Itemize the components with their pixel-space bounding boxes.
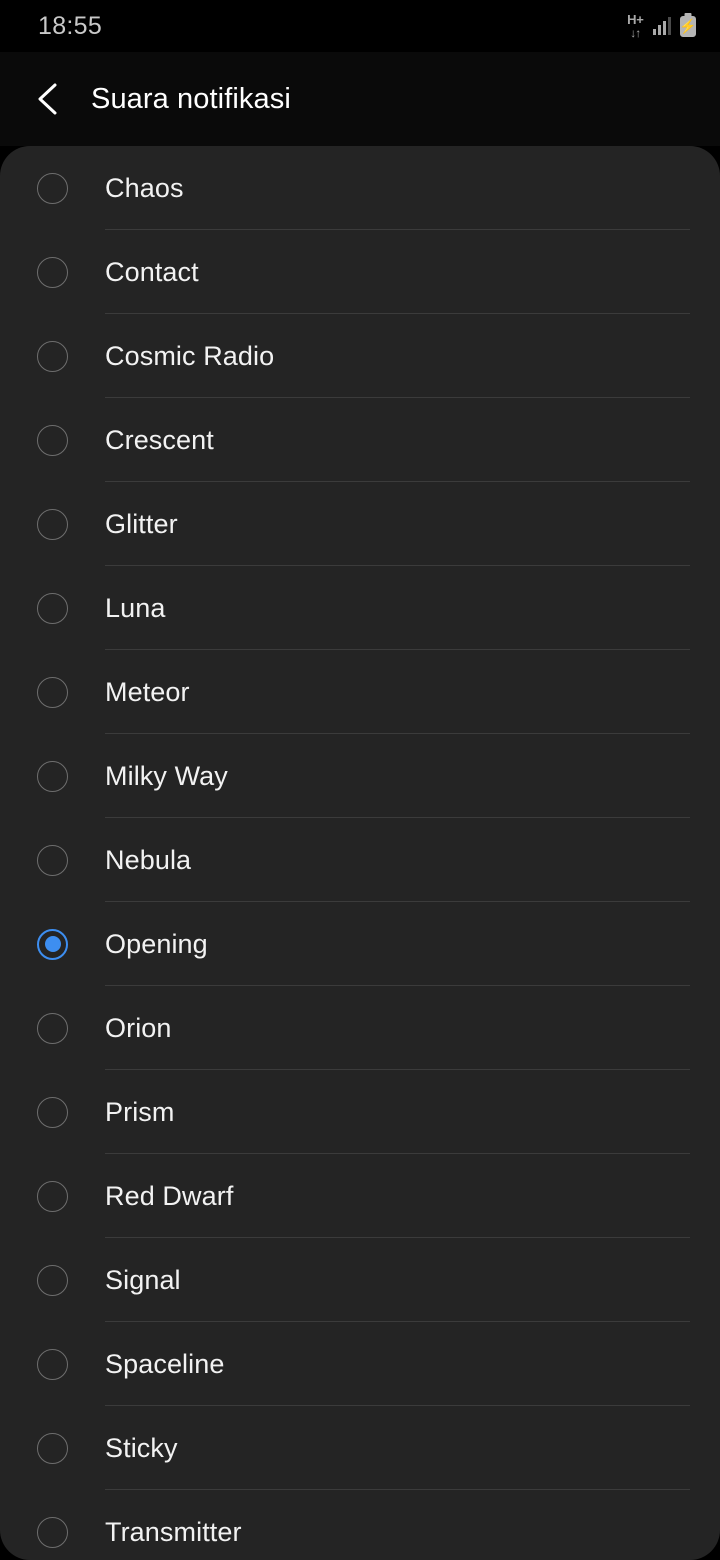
sound-option-row[interactable]: Nebula — [0, 818, 720, 902]
data-transfer-arrows-icon: ↓↑ — [630, 26, 641, 40]
sound-option-row[interactable]: Luna — [0, 566, 720, 650]
sound-option-row[interactable]: Sticky — [0, 1406, 720, 1490]
sound-option-row[interactable]: Red Dwarf — [0, 1154, 720, 1238]
radio-unselected-icon[interactable] — [37, 1432, 68, 1464]
sound-option-label: Prism — [105, 1096, 175, 1127]
radio-button-wrapper[interactable] — [0, 1348, 105, 1380]
radio-button-wrapper[interactable] — [0, 340, 105, 372]
notification-sound-list: Chaos Contact Cosmic Radio Crescent Glitter L… — [0, 146, 720, 1560]
radio-unselected-icon[interactable] — [37, 172, 68, 204]
sound-option-row[interactable]: Prism — [0, 1070, 720, 1154]
sound-option-label: Nebula — [105, 844, 192, 875]
radio-unselected-icon[interactable] — [37, 1348, 68, 1380]
radio-button-wrapper[interactable] — [0, 844, 105, 876]
app-bar: Suara notifikasi — [0, 52, 720, 146]
radio-unselected-icon[interactable] — [37, 592, 68, 624]
radio-button-wrapper[interactable] — [0, 928, 105, 960]
battery-charging-icon: ⚡ — [679, 15, 697, 37]
sound-option-label: Chaos — [105, 172, 184, 203]
sound-option-label: Luna — [105, 592, 166, 623]
sound-option-label: Crescent — [105, 424, 214, 455]
sound-option-row[interactable]: Orion — [0, 986, 720, 1070]
sound-option-label: Glitter — [105, 508, 178, 539]
radio-button-wrapper[interactable] — [0, 592, 105, 624]
mobile-data-hplus-icon: H+ ↓↑ — [627, 12, 644, 40]
sound-option-row[interactable]: Signal — [0, 1238, 720, 1322]
sound-option-row[interactable]: Milky Way — [0, 734, 720, 818]
radio-unselected-icon[interactable] — [37, 1516, 68, 1548]
back-button[interactable] — [17, 68, 79, 130]
phone-screen: 18:55 H+ ↓↑ ⚡ Suara notifikasi Chaos Cont… — [0, 0, 720, 1560]
radio-button-wrapper[interactable] — [0, 1180, 105, 1212]
sound-option-row[interactable]: Meteor — [0, 650, 720, 734]
sound-option-row[interactable]: Transmitter — [0, 1490, 720, 1560]
radio-button-wrapper[interactable] — [0, 1516, 105, 1548]
sound-option-label: Opening — [105, 928, 208, 959]
radio-button-wrapper[interactable] — [0, 1264, 105, 1296]
radio-unselected-icon[interactable] — [37, 1096, 68, 1128]
sound-option-label: Sticky — [105, 1432, 178, 1463]
signal-bars-icon — [652, 17, 671, 35]
radio-selected-icon[interactable] — [37, 928, 68, 960]
radio-button-wrapper[interactable] — [0, 508, 105, 540]
radio-button-wrapper[interactable] — [0, 760, 105, 792]
sound-option-row[interactable]: Cosmic Radio — [0, 314, 720, 398]
network-type-label: H+ — [627, 12, 644, 27]
radio-unselected-icon[interactable] — [37, 1180, 68, 1212]
sound-option-label: Transmitter — [105, 1516, 242, 1547]
radio-unselected-icon[interactable] — [37, 676, 68, 708]
radio-button-wrapper[interactable] — [0, 1012, 105, 1044]
sound-option-row[interactable]: Chaos — [0, 146, 720, 230]
status-bar: 18:55 H+ ↓↑ ⚡ — [0, 0, 720, 52]
radio-button-wrapper[interactable] — [0, 256, 105, 288]
radio-button-wrapper[interactable] — [0, 676, 105, 708]
sound-option-label: Meteor — [105, 676, 190, 707]
sound-option-label: Contact — [105, 256, 199, 287]
status-icon-group: H+ ↓↑ ⚡ — [627, 12, 697, 40]
radio-unselected-icon[interactable] — [37, 508, 68, 540]
radio-unselected-icon[interactable] — [37, 760, 68, 792]
sound-option-label: Cosmic Radio — [105, 340, 275, 371]
radio-unselected-icon[interactable] — [37, 256, 68, 288]
radio-button-wrapper[interactable] — [0, 1432, 105, 1464]
back-chevron-icon — [38, 83, 57, 115]
charging-bolt-icon: ⚡ — [679, 18, 697, 34]
radio-unselected-icon[interactable] — [37, 1012, 68, 1044]
sound-option-label: Spaceline — [105, 1348, 225, 1379]
sound-option-row[interactable]: Glitter — [0, 482, 720, 566]
radio-unselected-icon[interactable] — [37, 424, 68, 456]
sound-option-row[interactable]: Spaceline — [0, 1322, 720, 1406]
sound-option-label: Signal — [105, 1264, 181, 1295]
sound-option-label: Milky Way — [105, 760, 228, 791]
sound-option-row[interactable]: Contact — [0, 230, 720, 314]
page-title: Suara notifikasi — [91, 82, 291, 115]
sound-option-row[interactable]: Opening — [0, 902, 720, 986]
sound-option-row[interactable]: Crescent — [0, 398, 720, 482]
sound-option-label: Red Dwarf — [105, 1180, 234, 1211]
status-clock: 18:55 — [38, 11, 103, 40]
radio-button-wrapper[interactable] — [0, 424, 105, 456]
radio-unselected-icon[interactable] — [37, 1264, 68, 1296]
radio-unselected-icon[interactable] — [37, 844, 68, 876]
radio-button-wrapper[interactable] — [0, 172, 105, 204]
radio-button-wrapper[interactable] — [0, 1096, 105, 1128]
sound-option-label: Orion — [105, 1012, 172, 1043]
radio-unselected-icon[interactable] — [37, 340, 68, 372]
